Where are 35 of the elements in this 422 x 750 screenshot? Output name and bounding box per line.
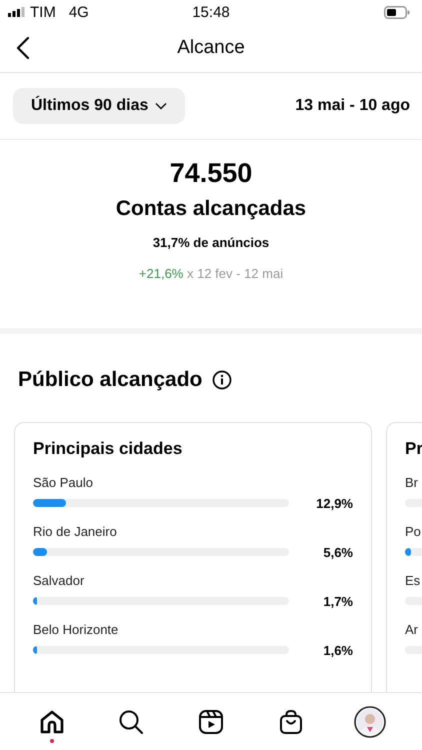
comparison-period: x 12 fev - 12 mai (186, 266, 284, 281)
section-title: Público alcançado (18, 368, 202, 392)
card-title: Principais cidades (33, 439, 184, 459)
battery-icon (384, 6, 410, 18)
city-name: Belo Horizonte (33, 622, 120, 637)
percentage: 1,7% (322, 594, 353, 608)
search-icon[interactable] (118, 708, 144, 734)
reach-count: 74.550 (170, 158, 252, 189)
period-dropdown[interactable]: Últimos 90 dias (13, 88, 186, 124)
carrier-name: TIM (30, 4, 56, 20)
percentage: 5,6% (322, 544, 353, 560)
city-name: Es (405, 573, 422, 588)
home-icon[interactable] (38, 708, 65, 734)
percentage: 1,6% (322, 642, 353, 658)
date-range: 13 mai - 10 ago (295, 97, 410, 115)
city-name: São Paulo (33, 475, 94, 490)
clapperboard-play-icon[interactable] (198, 708, 224, 734)
back-icon[interactable] (16, 36, 30, 60)
change-value: +21,6% (138, 266, 184, 281)
ads-share: 31,7% de anúncios (152, 235, 270, 250)
percentage: 12,9% (315, 496, 353, 510)
city-name: Rio de Janeiro (33, 524, 118, 539)
page-title: Alcance (177, 37, 245, 59)
network-type: 4G (68, 4, 89, 20)
signal-icon (8, 7, 25, 17)
city-name: Ar (405, 622, 419, 637)
clock-time: 15:48 (192, 4, 230, 20)
city-name: Br (405, 475, 419, 490)
active-dot (50, 738, 54, 742)
reach-label: Contas alcançadas (116, 197, 306, 221)
city-name: Po (405, 524, 422, 539)
shopping-bag-icon[interactable] (278, 708, 303, 734)
city-name: Salvador (33, 573, 86, 588)
chevron-down-icon (155, 102, 168, 110)
info-icon[interactable] (212, 370, 232, 390)
